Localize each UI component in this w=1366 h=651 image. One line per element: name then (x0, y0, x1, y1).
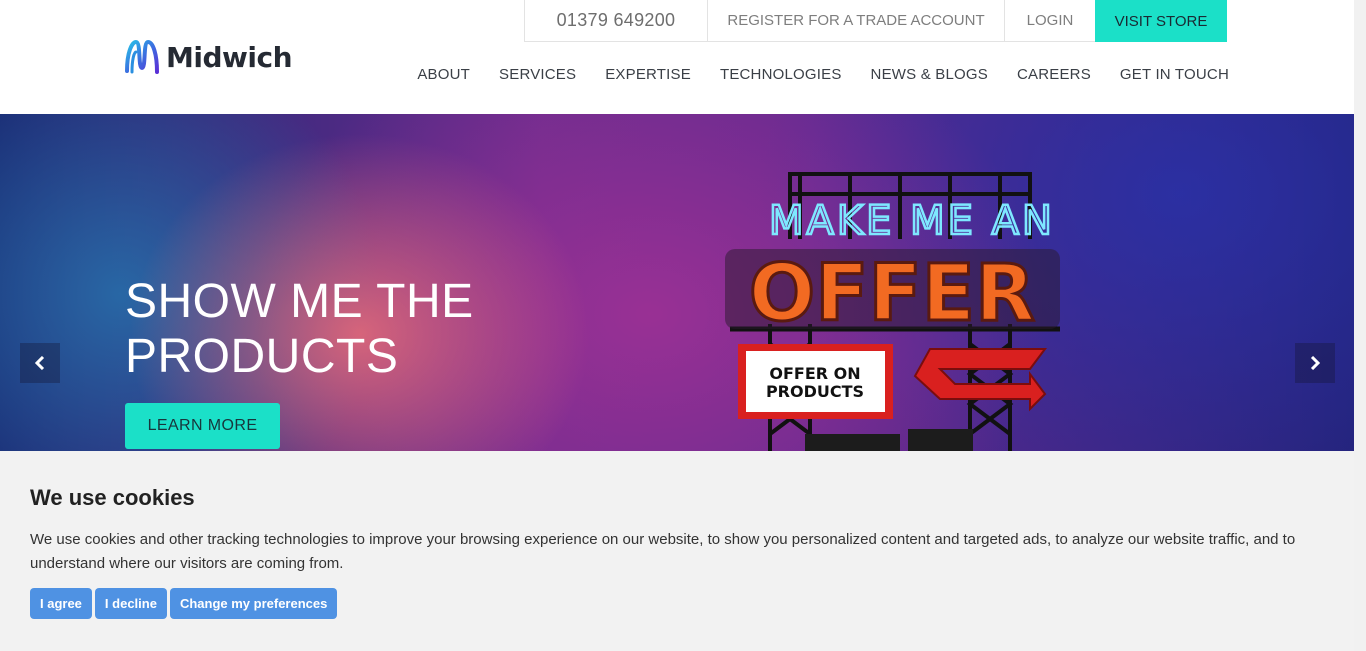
cookie-description: We use cookies and other tracking techno… (30, 531, 1296, 572)
speaker-product (908, 429, 973, 451)
cookie-consent-banner: We use cookies We use cookies and other … (0, 451, 1354, 651)
register-trade-account-link[interactable]: REGISTER FOR A TRADE ACCOUNT (707, 0, 1004, 42)
logo-text: Midwich (166, 40, 293, 74)
page-scrollbar[interactable] (1354, 0, 1366, 651)
soundbar-product (805, 434, 900, 451)
hero-title: SHOW ME THE PRODUCTS (125, 274, 474, 384)
main-nav: ABOUT SERVICES EXPERTISE TECHNOLOGIES NE… (388, 66, 1229, 83)
nav-item-about[interactable]: ABOUT (417, 66, 470, 83)
cookie-title: We use cookies (30, 485, 195, 510)
hero-title-line1: SHOW ME THE (125, 275, 474, 328)
midwich-logo-mark-icon (125, 39, 159, 74)
billboard-neon-text: MAKE ME AN (769, 198, 1055, 244)
cookie-agree-button[interactable]: I agree (30, 588, 92, 619)
billboard-offer-text: OFFER (749, 249, 1035, 339)
hero-title-line2: PRODUCTS (125, 330, 399, 383)
cookie-decline-button[interactable]: I decline (94, 588, 167, 619)
nav-item-news-blogs[interactable]: NEWS & BLOGS (871, 66, 988, 83)
learn-more-button[interactable]: LEARN MORE (125, 403, 280, 449)
nav-item-expertise[interactable]: EXPERTISE (605, 66, 691, 83)
chevron-right-icon (1310, 356, 1320, 370)
cookie-preferences-button[interactable]: Change my preferences (169, 588, 338, 619)
site-header: Midwich 01379 649200 REGISTER FOR A TRAD… (0, 0, 1366, 114)
carousel-next-button[interactable] (1295, 343, 1335, 383)
offer-billboard-illustration: MAKE ME AN OFFER OFFER ON PRODUCTS (725, 172, 1060, 451)
midwich-logo[interactable]: Midwich (124, 38, 293, 76)
nav-item-careers[interactable]: CAREERS (1017, 66, 1091, 83)
nav-item-services[interactable]: SERVICES (499, 66, 576, 83)
cookie-button-group: I agree I decline Change my preferences (30, 588, 338, 619)
offer-on-products-sign: OFFER ON PRODUCTS (738, 344, 893, 419)
visit-store-button[interactable]: VISIT STORE (1095, 0, 1227, 42)
carousel-prev-button[interactable] (20, 343, 60, 383)
chevron-left-icon (35, 356, 45, 370)
top-utility-bar: 01379 649200 REGISTER FOR A TRADE ACCOUN… (524, 0, 1227, 42)
nav-item-get-in-touch[interactable]: GET IN TOUCH (1120, 66, 1229, 83)
nav-item-technologies[interactable]: TECHNOLOGIES (720, 66, 842, 83)
login-link[interactable]: LOGIN (1004, 0, 1095, 42)
hero-carousel: SHOW ME THE PRODUCTS LEARN MORE MAKE ME … (0, 114, 1354, 451)
phone-number-link[interactable]: 01379 649200 (524, 0, 707, 42)
billboard-sign-line1: OFFER ON (769, 364, 860, 383)
billboard-sign-line2: PRODUCTS (766, 382, 864, 401)
offer-marquee-sign: OFFER (725, 248, 1060, 341)
